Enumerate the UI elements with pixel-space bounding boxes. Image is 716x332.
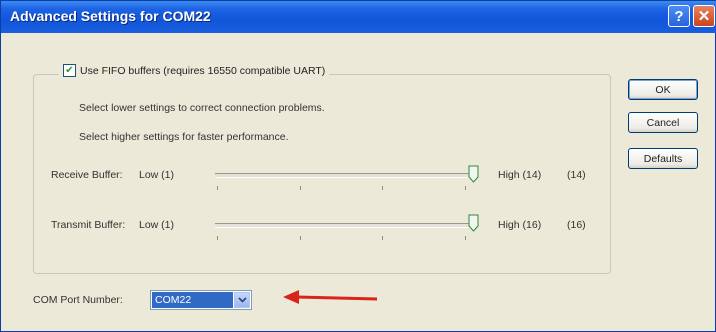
transmit-buffer-thumb[interactable]: [468, 214, 479, 232]
receive-buffer-high-label: High (14): [498, 169, 542, 181]
receive-buffer-thumb[interactable]: [468, 165, 479, 183]
close-button[interactable]: ✕: [693, 5, 715, 27]
fifo-checkbox-label[interactable]: Use FIFO buffers (requires 16550 compati…: [80, 65, 325, 77]
fifo-checkbox[interactable]: ✔: [63, 64, 76, 77]
transmit-buffer-label: Transmit Buffer:: [51, 219, 126, 231]
help-button[interactable]: ?: [668, 5, 690, 27]
transmit-tick: [382, 236, 383, 240]
receive-buffer-value: (14): [567, 169, 586, 181]
com-port-dropdown-button[interactable]: [234, 292, 250, 308]
chevron-down-icon: [237, 297, 247, 303]
window-title: Advanced Settings for COM22: [10, 8, 211, 24]
com-port-select[interactable]: COM22: [150, 290, 252, 310]
receive-buffer-low-label: Low (1): [139, 169, 175, 181]
help-icon: ?: [674, 7, 684, 25]
receive-tick: [465, 186, 466, 190]
defaults-button[interactable]: Defaults: [628, 148, 698, 169]
advanced-settings-dialog: Advanced Settings for COM22 ? ✕ ✔ Use FI…: [0, 0, 716, 332]
fifo-checkbox-row[interactable]: ✔ Use FIFO buffers (requires 16550 compa…: [59, 64, 330, 77]
transmit-buffer-value: (16): [567, 219, 586, 231]
receive-tick: [382, 186, 383, 190]
transmit-buffer-high-label: High (16): [498, 219, 542, 231]
close-icon: ✕: [697, 8, 711, 25]
cancel-button[interactable]: Cancel: [628, 112, 698, 133]
ok-button[interactable]: OK: [628, 79, 698, 100]
com-port-label: COM Port Number:: [33, 294, 123, 306]
transmit-tick: [217, 236, 218, 240]
transmit-buffer-low-label: Low (1): [139, 219, 175, 231]
transmit-tick: [300, 236, 301, 240]
red-arrow-icon: [283, 290, 378, 304]
transmit-tick: [465, 236, 466, 240]
hint-lower-settings: Select lower settings to correct connect…: [79, 102, 325, 114]
title-bar[interactable]: Advanced Settings for COM22 ? ✕: [1, 1, 716, 33]
receive-buffer-track[interactable]: [215, 173, 477, 178]
receive-tick: [217, 186, 218, 190]
hint-higher-settings: Select higher settings for faster perfor…: [79, 131, 289, 143]
receive-tick: [300, 186, 301, 190]
receive-buffer-label: Receive Buffer:: [51, 169, 123, 181]
com-port-selected-value[interactable]: COM22: [152, 292, 233, 308]
checkmark-icon: ✔: [65, 64, 74, 76]
transmit-buffer-track[interactable]: [215, 223, 477, 228]
